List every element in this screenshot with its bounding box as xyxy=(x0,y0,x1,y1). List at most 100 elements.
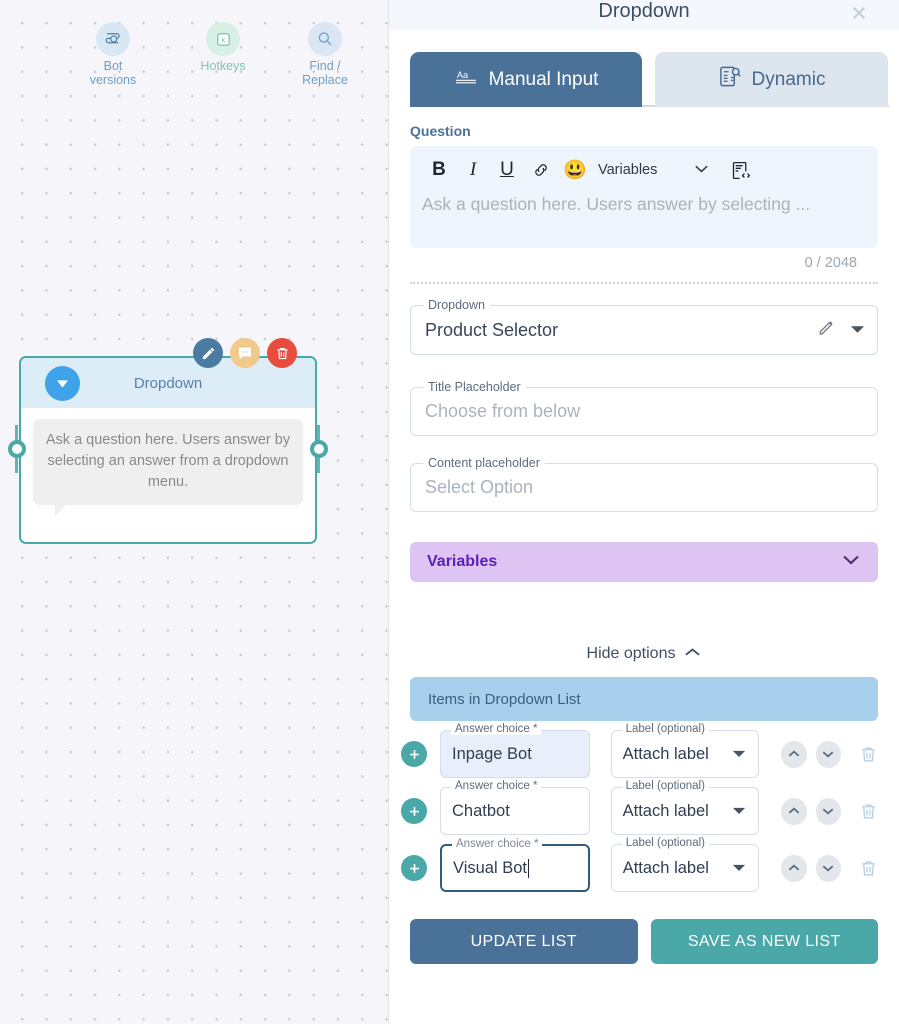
bot-versions-icon xyxy=(96,22,130,56)
delete-row-button[interactable] xyxy=(859,859,878,878)
panel-footer: UPDATE LIST SAVE AS NEW LIST xyxy=(410,919,878,964)
canvas-tool-label: Find / Replace xyxy=(302,59,348,87)
dropdown-node-icon xyxy=(45,366,80,401)
italic-icon[interactable]: I xyxy=(456,156,490,184)
add-answer-choice-button[interactable] xyxy=(401,798,427,824)
bold-icon[interactable]: B xyxy=(422,156,456,184)
code-view-icon[interactable] xyxy=(725,156,755,184)
move-down-button[interactable] xyxy=(815,740,841,768)
add-answer-choice-button[interactable] xyxy=(401,741,427,767)
move-down-button[interactable] xyxy=(815,797,841,825)
caret-down-icon xyxy=(732,745,746,763)
tab-dynamic[interactable]: Dynamic xyxy=(655,52,888,107)
editor-variables-label: Variables xyxy=(598,162,658,178)
answer-choice-label: Answer choice * xyxy=(452,838,543,850)
dropdown-select-field[interactable]: Dropdown Product Selector xyxy=(410,298,878,355)
dropdown-field-actions xyxy=(817,318,865,342)
canvas-toolbar: Bot versions K Hotkeys Find / Replace xyxy=(0,14,389,87)
canvas-tool-bot-versions[interactable]: Bot versions xyxy=(67,22,159,87)
panel-title: Dropdown xyxy=(598,0,690,22)
attach-label-value: Attach label xyxy=(622,744,709,763)
canvas-tool-find-replace[interactable]: Find / Replace xyxy=(279,22,371,87)
answer-row: Answer choice * Inpage Bot Label (option… xyxy=(401,723,878,778)
variables-accordion[interactable]: Variables xyxy=(410,542,878,582)
link-icon[interactable] xyxy=(524,156,558,184)
delete-row-button[interactable] xyxy=(859,802,878,821)
attach-label-label: Label (optional) xyxy=(621,837,709,849)
title-placeholder-field[interactable]: Title Placeholder Choose from below xyxy=(410,380,878,436)
delete-row-button[interactable] xyxy=(859,745,878,764)
save-as-new-list-button[interactable]: SAVE AS NEW LIST xyxy=(650,919,878,964)
node-header: Dropdown xyxy=(21,358,315,408)
variables-label: Variables xyxy=(427,553,498,570)
editor-variables-select[interactable]: Variables xyxy=(598,161,709,179)
panel-tabs: Aa Manual Input Dynamic xyxy=(389,30,899,107)
panel-header: Dropdown × xyxy=(389,0,899,30)
editor-toolbar: B I U 😃 Variables xyxy=(422,155,866,185)
dropdown-settings-panel: Dropdown × Aa Manual Input Dynamic Quest… xyxy=(389,0,899,1024)
node-body: Ask a question here. Users answer by sel… xyxy=(21,408,315,516)
canvas-tool-label: Bot versions xyxy=(89,59,137,87)
hide-options-toggle[interactable]: Hide options xyxy=(389,645,899,663)
answer-choice-label: Answer choice * xyxy=(451,780,542,792)
caret-down-icon xyxy=(732,859,746,877)
answer-choice-input[interactable]: Answer choice * Inpage Bot xyxy=(440,723,590,778)
attach-label-label: Label (optional) xyxy=(621,780,709,792)
move-up-button[interactable] xyxy=(781,740,807,768)
caret-down-icon xyxy=(732,802,746,820)
answer-choice-value: Chatbot xyxy=(452,801,510,820)
field-label: Dropdown xyxy=(423,298,490,312)
chevron-up-icon xyxy=(684,645,701,663)
node-delete-button[interactable] xyxy=(267,338,297,368)
hide-options-label: Hide options xyxy=(586,645,676,662)
question-char-count: 0 / 2048 xyxy=(804,255,857,271)
content-placeholder-field[interactable]: Content placeholder Select Option xyxy=(410,456,878,512)
answer-choice-input[interactable]: Answer choice * Chatbot xyxy=(440,780,590,835)
answer-row: Answer choice * Chatbot Label (optional)… xyxy=(401,780,878,835)
question-editor[interactable]: B I U 😃 Variables Ask a question here. U… xyxy=(410,146,878,248)
question-section-label: Question xyxy=(410,123,471,139)
chevron-down-icon xyxy=(694,161,709,179)
items-in-dropdown-list-header: Items in Dropdown List xyxy=(410,677,878,721)
pencil-icon[interactable] xyxy=(817,318,836,342)
attach-label-select[interactable]: Label (optional) Attach label xyxy=(610,723,760,778)
node-title: Dropdown xyxy=(133,374,203,392)
attach-label-value: Attach label xyxy=(622,801,709,820)
node-input-port[interactable] xyxy=(8,440,26,458)
question-block: Question B I U 😃 Variables Ask a questio… xyxy=(389,107,899,271)
node-comment-button[interactable] xyxy=(230,338,260,368)
answer-choice-value: Inpage Bot xyxy=(452,744,532,763)
add-answer-choice-button[interactable] xyxy=(401,855,427,881)
attach-label-value: Attach label xyxy=(622,858,709,877)
tab-manual-input[interactable]: Aa Manual Input xyxy=(410,52,642,107)
canvas-tool-hotkeys[interactable]: K Hotkeys xyxy=(177,22,269,73)
answer-choice-value: Visual Bot xyxy=(453,858,527,877)
move-up-button[interactable] xyxy=(781,797,807,825)
dropdown-select-value: Product Selector xyxy=(425,319,559,340)
node-output-port[interactable] xyxy=(310,440,328,458)
emoji-icon[interactable]: 😃 xyxy=(558,156,592,184)
answer-row: Answer choice * Visual Bot Label (option… xyxy=(401,837,878,892)
text-cursor xyxy=(528,858,529,878)
canvas-tool-label: Hotkeys xyxy=(200,59,246,73)
attach-label-select[interactable]: Label (optional) Attach label xyxy=(610,837,760,892)
close-icon[interactable]: × xyxy=(846,0,872,26)
underline-icon[interactable]: U xyxy=(490,156,524,184)
dynamic-data-icon xyxy=(718,65,741,94)
tab-label: Dynamic xyxy=(751,68,826,90)
node-edit-button[interactable] xyxy=(193,338,223,368)
update-list-button[interactable]: UPDATE LIST xyxy=(410,919,638,964)
attach-label-select[interactable]: Label (optional) Attach label xyxy=(610,780,760,835)
svg-text:Aa: Aa xyxy=(456,69,468,79)
answer-choice-input[interactable]: Answer choice * Visual Bot xyxy=(440,838,590,892)
answer-choice-label: Answer choice * xyxy=(451,723,542,735)
tab-label: Manual Input xyxy=(488,68,599,90)
dropdown-node[interactable]: Dropdown Ask a question here. Users answ… xyxy=(19,356,317,544)
node-bubble-text: Ask a question here. Users answer by sel… xyxy=(33,419,303,516)
section-divider xyxy=(410,282,878,284)
move-up-button[interactable] xyxy=(781,854,807,882)
move-down-button[interactable] xyxy=(815,854,841,882)
items-header-label: Items in Dropdown List xyxy=(428,690,581,708)
caret-down-icon[interactable] xyxy=(850,321,865,339)
flow-canvas[interactable]: Bot versions K Hotkeys Find / Replace Dr… xyxy=(0,0,389,1024)
